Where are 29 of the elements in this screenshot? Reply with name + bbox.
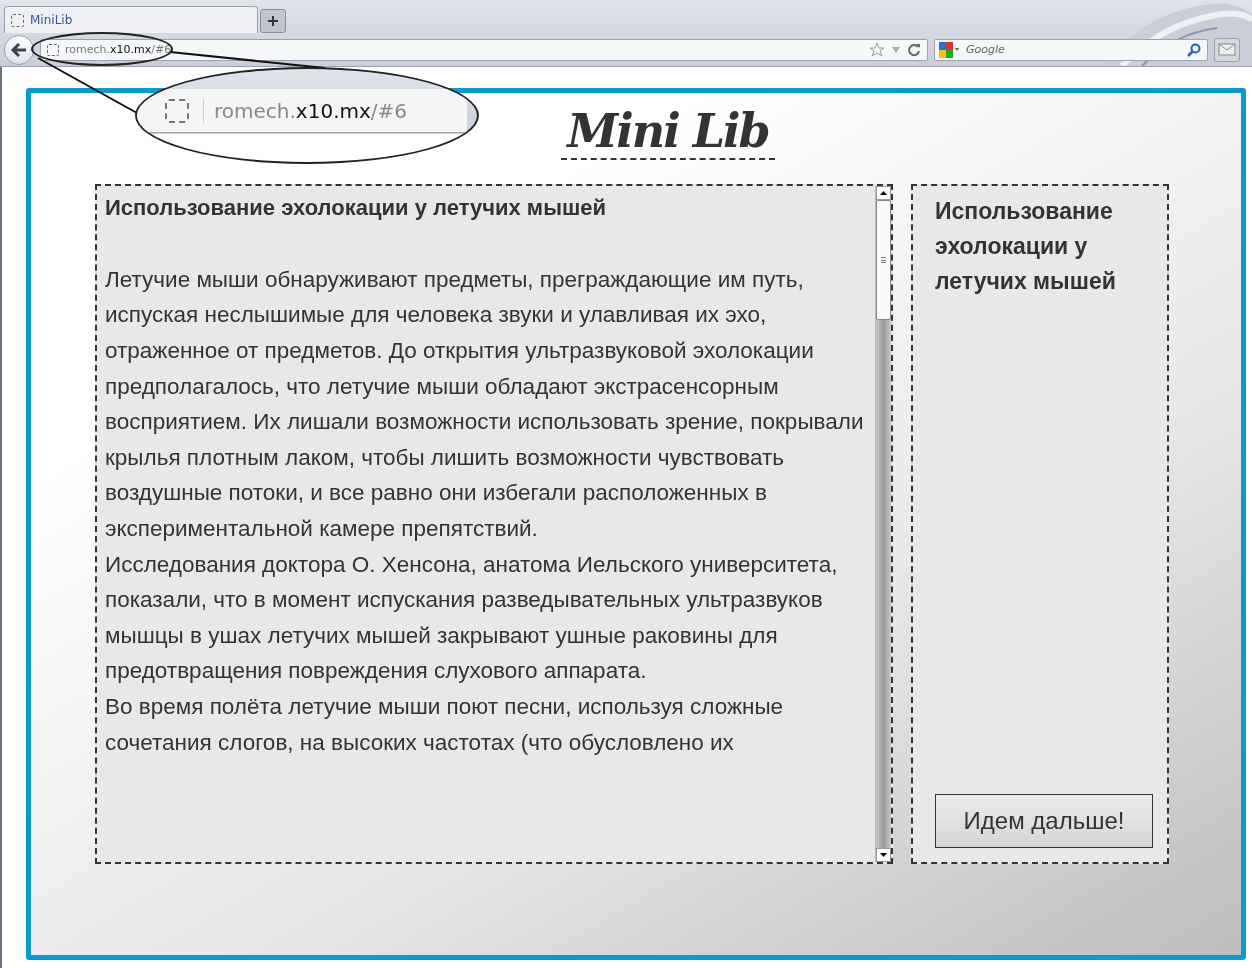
blank-page-icon [165, 98, 189, 123]
address-bar[interactable]: romech.x10.mx/#6 [40, 38, 928, 61]
url-text: romech.x10.mx/#6 [203, 98, 408, 123]
scroll-thumb[interactable] [876, 199, 891, 320]
browser-tab[interactable]: MiniLib [4, 6, 258, 33]
sidebar-title: Использование эхолокации у летучих мышей [935, 196, 1117, 296]
search-input[interactable]: Google [964, 42, 1183, 57]
scroll-up-icon[interactable] [876, 185, 891, 200]
article-paragraph: Во время полёта летучие мыши поют песни, используя сложные сочетания слогов, на высоких частотах (что обусловлено их [105, 693, 785, 757]
reload-icon[interactable] [907, 42, 921, 57]
article-paragraph: Летучие мыши обнаруживают предметы, преграждающие им путь, испуская неслышимые для человека звуки и улавливая их эхо, отраженное от предметов. До открытия ультразвуковой эхолокации предполагалось, что летучие мыши обладают экстрасенсорным восприятием. Их лишали возможности использовать зрение, покрывали крылья плотным лаком, чтобы лишить возможности чувствовать воздушные потоки, и все равно они избегали расположенных в экспериментальной камере препятствий. [105, 265, 865, 544]
back-arrow-icon [10, 41, 28, 58]
site-logo[interactable]: Mini Lib [561, 105, 775, 160]
blank-page-icon [11, 13, 24, 27]
plus-icon [267, 15, 279, 27]
search-field[interactable]: Google [934, 38, 1208, 61]
search-icon[interactable] [1187, 42, 1201, 57]
blank-page-icon [47, 43, 59, 56]
search-engine-icon[interactable] [938, 40, 960, 59]
next-button[interactable]: Идем дальше! [935, 793, 1153, 848]
tab-title: MiniLib [30, 13, 73, 27]
url-text: romech.x10.mx/#6 [65, 43, 172, 56]
star-icon[interactable] [869, 41, 885, 58]
article-title: Использование эхолокации у летучих мышей [105, 193, 607, 222]
back-button[interactable] [4, 34, 34, 65]
new-tab-button[interactable] [260, 9, 286, 33]
scrollbar[interactable] [875, 185, 891, 862]
article-paragraph: Исследования доктора О. Хенсона, анатома Иельского университета, показали, что в момент испускания разведывательных ультразвуков мышцы в ушах летучих мышей закрывают ушные раковины для предотвращения повреждения слухового аппарата. [105, 550, 839, 686]
envelope-icon [1218, 43, 1236, 56]
